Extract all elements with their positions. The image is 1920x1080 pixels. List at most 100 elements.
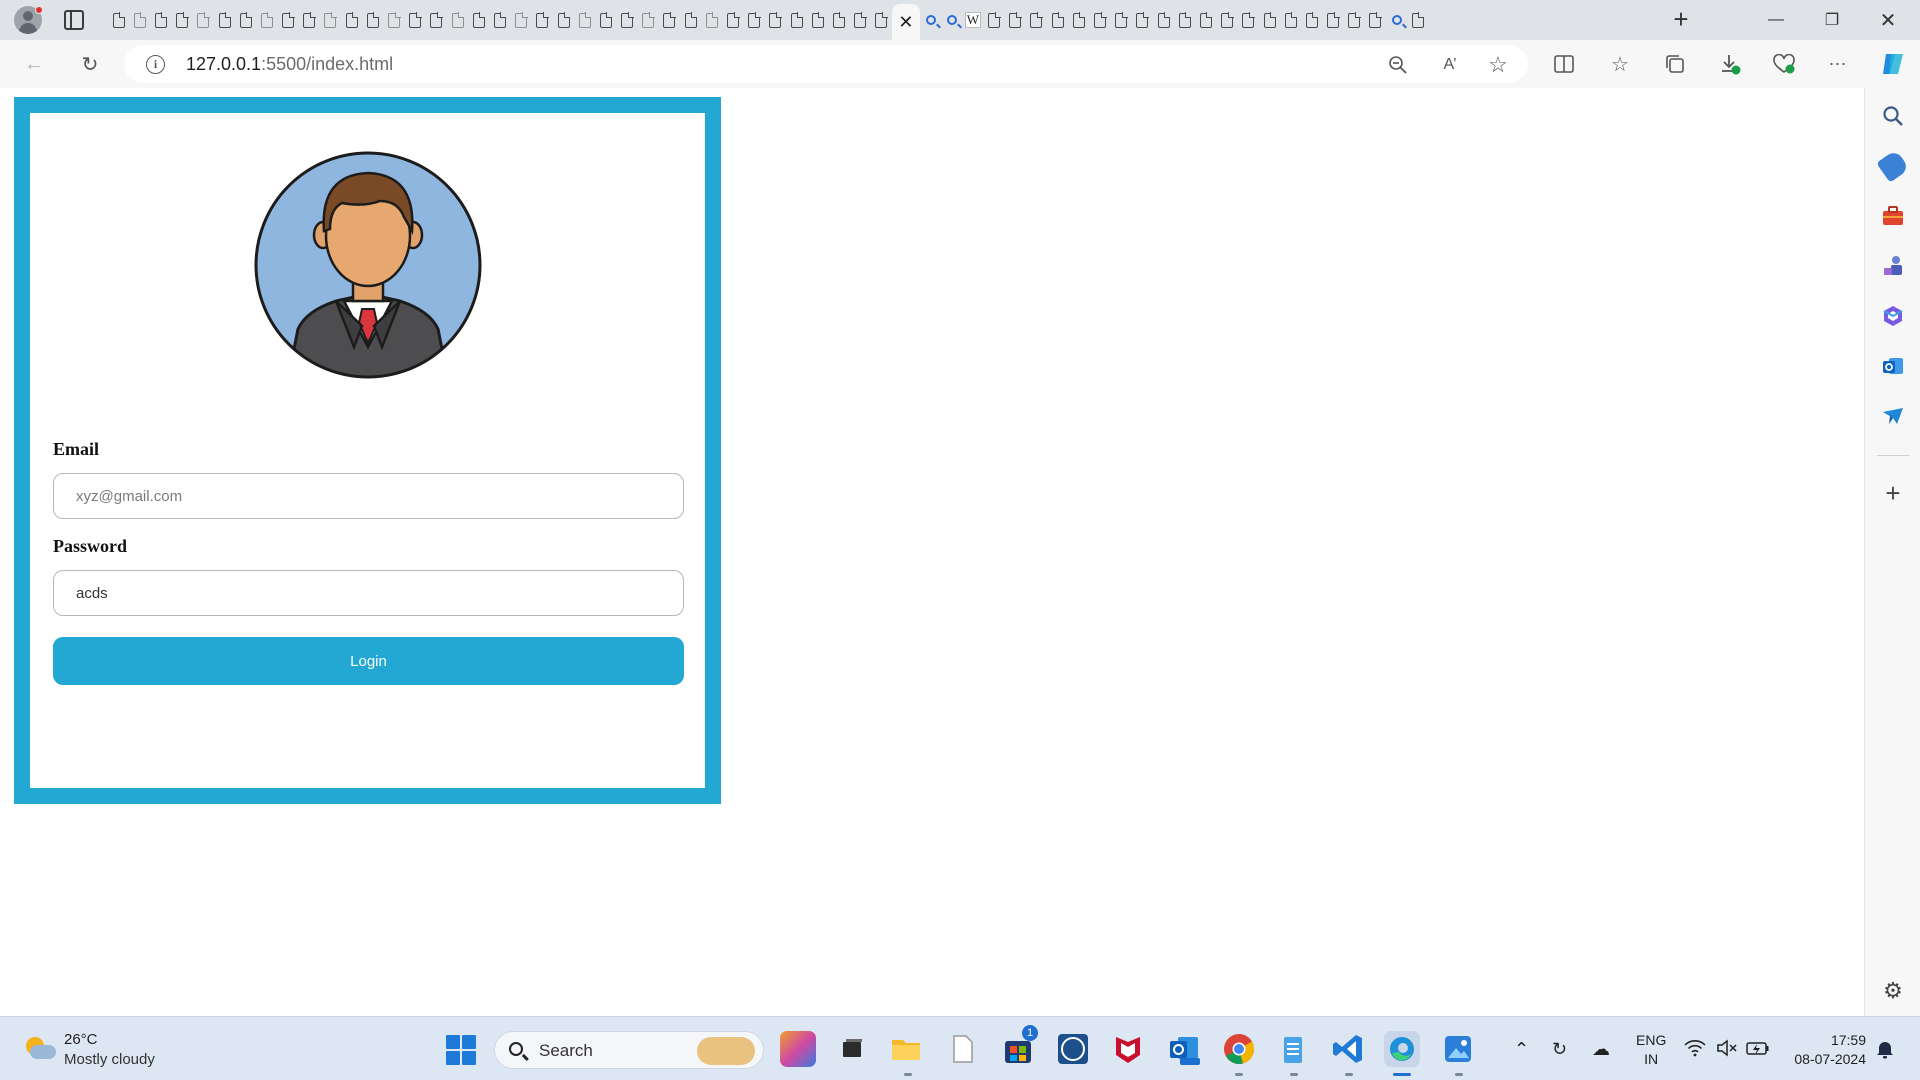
- onedrive-cloud-icon[interactable]: ☁: [1592, 1039, 1610, 1059]
- chrome-icon[interactable]: [1221, 1031, 1257, 1067]
- tab-page-icon[interactable]: [1132, 0, 1153, 40]
- split-screen-icon[interactable]: [1548, 48, 1580, 80]
- tab-page-icon[interactable]: [786, 0, 807, 40]
- system-clock[interactable]: 17:59 08-07-2024: [1786, 1031, 1866, 1069]
- tab-page-icon[interactable]: [1111, 0, 1132, 40]
- refresh-icon[interactable]: ↻: [74, 48, 106, 80]
- tab-page-icon[interactable]: [1195, 0, 1216, 40]
- tab-page-icon[interactable]: [214, 0, 235, 40]
- tab-page-icon[interactable]: [638, 0, 659, 40]
- site-info-icon[interactable]: i: [146, 55, 165, 74]
- tab-page-icon[interactable]: [299, 0, 320, 40]
- read-aloud-icon[interactable]: A’: [1436, 51, 1464, 79]
- tab-page-icon[interactable]: [172, 0, 193, 40]
- favorite-star-icon[interactable]: ☆: [1484, 51, 1512, 79]
- tab-page-icon[interactable]: [1047, 0, 1068, 40]
- search-icon[interactable]: [1881, 104, 1905, 128]
- more-icon[interactable]: ⋯: [1822, 48, 1854, 80]
- zoom-out-icon[interactable]: [1384, 51, 1412, 79]
- tab-page-icon[interactable]: [362, 0, 383, 40]
- tab-page-icon[interactable]: [405, 0, 426, 40]
- address-bar[interactable]: i 127.0.0.1:5500/index.html A’ ☆: [124, 45, 1528, 83]
- tab-page-icon[interactable]: [1068, 0, 1089, 40]
- tab-page-icon[interactable]: [765, 0, 786, 40]
- tab-page-icon[interactable]: [659, 0, 680, 40]
- tab-page-icon[interactable]: [426, 0, 447, 40]
- tools-icon[interactable]: [1881, 204, 1905, 228]
- tab-page-icon[interactable]: [447, 0, 468, 40]
- tab-page-icon[interactable]: [468, 0, 489, 40]
- tab-page-icon[interactable]: [871, 0, 892, 40]
- tab-page-icon[interactable]: [129, 0, 150, 40]
- battery-charging-icon[interactable]: [1746, 1039, 1770, 1061]
- mcafee-icon[interactable]: [1110, 1031, 1146, 1067]
- restore-icon[interactable]: ❐: [1804, 0, 1860, 40]
- copilot-icon[interactable]: [1877, 48, 1909, 80]
- collections-icon[interactable]: [1659, 48, 1691, 80]
- copilot-pre-app-icon[interactable]: [780, 1031, 816, 1067]
- tab-page-icon[interactable]: [1365, 0, 1386, 40]
- tab-page-icon[interactable]: [1344, 0, 1365, 40]
- tab-page-icon[interactable]: [850, 0, 871, 40]
- taskbar-search[interactable]: Search: [494, 1031, 764, 1069]
- task-view-icon[interactable]: [834, 1031, 870, 1067]
- active-tab-close-icon[interactable]: ✕: [891, 4, 920, 40]
- tab-page-icon[interactable]: [1238, 0, 1259, 40]
- notification-bell-icon[interactable]: [1876, 1039, 1894, 1064]
- url-text[interactable]: 127.0.0.1:5500/index.html: [186, 54, 393, 75]
- tab-page-icon[interactable]: [617, 0, 638, 40]
- tab-page-icon[interactable]: [1301, 0, 1322, 40]
- tab-page-icon[interactable]: [722, 0, 743, 40]
- tab-page-icon[interactable]: [828, 0, 849, 40]
- shopping-icon[interactable]: [1876, 149, 1910, 183]
- tab-page-icon[interactable]: [553, 0, 574, 40]
- tab-page-icon[interactable]: [1259, 0, 1280, 40]
- settings-icon[interactable]: ⚙: [1881, 979, 1905, 1003]
- tab-page-icon[interactable]: [235, 0, 256, 40]
- email-input[interactable]: [53, 473, 684, 519]
- tab-page-icon[interactable]: [1280, 0, 1301, 40]
- tab-page-icon[interactable]: [595, 0, 616, 40]
- downloads-icon[interactable]: [1714, 48, 1746, 80]
- tab-page-icon[interactable]: [383, 0, 404, 40]
- add-icon[interactable]: +: [1881, 480, 1905, 506]
- edge-icon[interactable]: [1384, 1031, 1420, 1067]
- weather-widget[interactable]: 26°C Mostly cloudy: [22, 1031, 222, 1071]
- tab-page-icon[interactable]: [532, 0, 553, 40]
- tab-page-icon[interactable]: [108, 0, 129, 40]
- tab-page-icon[interactable]: [1217, 0, 1238, 40]
- new-tab-icon[interactable]: +: [1666, 5, 1696, 35]
- minimize-icon[interactable]: —: [1748, 0, 1804, 40]
- tab-page-icon[interactable]: [1026, 0, 1047, 40]
- tab-search-icon[interactable]: [941, 0, 962, 40]
- tab-actions-icon[interactable]: [64, 10, 84, 30]
- tab-page-icon[interactable]: [278, 0, 299, 40]
- microsoft-365-icon[interactable]: [1881, 304, 1905, 328]
- tab-page-icon[interactable]: [574, 0, 595, 40]
- outlook-new-icon[interactable]: [1166, 1031, 1202, 1067]
- tab-search-icon[interactable]: [920, 0, 941, 40]
- browser-essentials-icon[interactable]: [1768, 48, 1800, 80]
- tab-page-icon[interactable]: [511, 0, 532, 40]
- vscode-icon[interactable]: [1330, 1031, 1366, 1067]
- tab-page-icon[interactable]: [1089, 0, 1110, 40]
- photos-icon[interactable]: [1440, 1031, 1476, 1067]
- tab-page-icon[interactable]: [701, 0, 722, 40]
- favorites-icon[interactable]: ☆: [1604, 48, 1636, 80]
- tab-search-icon[interactable]: [1386, 0, 1407, 40]
- tab-page-icon[interactable]: [984, 0, 1005, 40]
- password-input[interactable]: [53, 570, 684, 616]
- chevron-up-icon[interactable]: ⌃: [1514, 1039, 1529, 1059]
- close-icon[interactable]: ✕: [1860, 0, 1916, 40]
- outlook-icon[interactable]: [1881, 354, 1905, 378]
- tab-page-icon[interactable]: [1005, 0, 1026, 40]
- notepad-icon[interactable]: [1275, 1031, 1311, 1067]
- tab-page-icon[interactable]: [744, 0, 765, 40]
- dell-icon[interactable]: [1055, 1031, 1091, 1067]
- muted-volume-icon[interactable]: [1716, 1039, 1738, 1061]
- sync-icon[interactable]: ↻: [1552, 1039, 1567, 1059]
- tab-page-icon[interactable]: [1323, 0, 1344, 40]
- microsoft-store-icon[interactable]: 1: [1000, 1025, 1038, 1067]
- tab-page-icon[interactable]: [256, 0, 277, 40]
- games-icon[interactable]: [1881, 254, 1905, 278]
